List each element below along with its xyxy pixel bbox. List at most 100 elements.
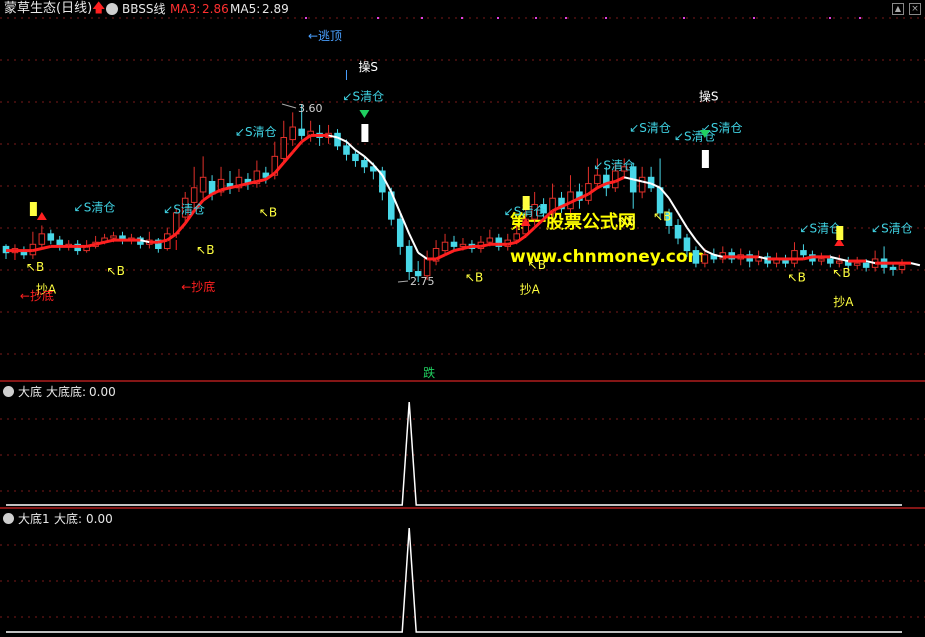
ma-line-segment — [533, 218, 545, 229]
candle-body — [853, 262, 861, 266]
ma-line-segment — [41, 244, 52, 250]
top-tick-mark — [605, 17, 607, 19]
ma-line-segment — [202, 192, 213, 202]
ma-line-segment — [444, 249, 455, 257]
candle-body — [38, 233, 46, 245]
candle-body — [405, 245, 413, 273]
buy-signal-label: ↖B — [465, 270, 483, 284]
candle-body — [898, 264, 906, 270]
candle-body — [827, 258, 834, 264]
ma-line-segment — [480, 242, 491, 248]
sell-signal-label: ↙S清仓 — [235, 125, 277, 139]
signal-annotations: ↙S清仓 ↙S清仓↙S清仓↙S清仓↙S清仓↙S清仓↙S清仓↙S清仓↙S清仓↙S清仓… — [14, 29, 913, 380]
buy-signal-label: ↖B — [788, 270, 806, 284]
operate-signal-label: 操S — [699, 88, 719, 103]
candle-body — [289, 126, 296, 141]
candle-body — [199, 176, 207, 193]
indicator-spikes — [6, 401, 902, 633]
candle-body — [683, 237, 691, 252]
top-tick-mark — [753, 17, 755, 19]
chaodi-signal-label: ←抄底 — [20, 288, 54, 303]
top-tick-mark — [535, 17, 537, 19]
ma-line-segment — [95, 240, 105, 246]
candle-body — [594, 174, 601, 185]
buy-signal-label: ↖B — [832, 266, 850, 280]
top-tick-mark — [421, 17, 423, 19]
buy-signal-label: ↖B — [26, 260, 44, 274]
buy-signal-label: ↖B — [617, 214, 635, 228]
sell-signal-label: ↙S清仓 — [629, 121, 671, 135]
down-arrow-icon — [359, 110, 370, 118]
ma-line-segment — [803, 255, 813, 261]
ma-line-segment — [220, 186, 231, 192]
candle-body — [889, 266, 897, 270]
ma-line-segment — [910, 262, 921, 267]
up-arrow-icon — [36, 212, 47, 220]
candle-body — [791, 250, 798, 264]
candle-body — [459, 243, 467, 247]
ma-line-segment — [417, 251, 428, 260]
candle-body — [441, 241, 449, 252]
candle-body — [334, 132, 341, 147]
candle-body — [47, 233, 55, 241]
bottom-tag-label: 跌 — [423, 365, 435, 380]
marker-block — [29, 202, 37, 216]
ma-line-segment — [104, 238, 114, 244]
ma-line-segment — [157, 238, 168, 244]
top-tick-mark — [859, 17, 861, 19]
sell-signal-label: ↙S清仓 — [342, 89, 384, 103]
candle-body — [836, 260, 843, 264]
buy-signal-label: ↖B — [107, 264, 125, 278]
grid-lines — [0, 17, 925, 618]
price-high-label: 3.60 — [298, 102, 323, 115]
candle-body — [800, 250, 807, 256]
top-tick-mark — [497, 17, 499, 19]
candle-body — [674, 224, 682, 239]
sell-signal-label: ↙S清仓 — [871, 221, 913, 235]
ma-line-segment — [256, 177, 267, 183]
sell-signal-label: ↙S清仓 — [799, 221, 841, 235]
candle-body — [298, 128, 305, 136]
chaoa-signal-label: 抄A — [520, 283, 541, 297]
ma-line-segment — [704, 249, 715, 256]
sell-signal-label: ↙S清仓 — [593, 159, 635, 173]
candle-body — [343, 145, 350, 155]
chaodi-signal-label: ←抄底 — [181, 279, 215, 294]
candle-body — [692, 250, 700, 264]
buy-signal-label: ↖B — [259, 206, 277, 220]
ma-line-segment — [453, 247, 464, 253]
ma-line-segment — [32, 247, 43, 253]
top-tick-mark — [829, 17, 831, 19]
candle-body — [450, 241, 458, 247]
ma-line-segment — [605, 180, 616, 186]
candle-body — [110, 235, 117, 239]
ma-line-segment — [300, 134, 312, 143]
sell-signal-label: ↙S清仓 — [163, 203, 205, 217]
candle-body — [280, 137, 288, 159]
top-tick-mark — [305, 17, 307, 19]
candle-body — [352, 153, 359, 162]
operate-signal-label: 操S — [358, 59, 378, 74]
buy-signal-label: ↖B — [196, 243, 214, 257]
ma-line-segment — [695, 239, 706, 252]
marker-block — [522, 196, 530, 210]
price-low-label: 2.75 — [410, 275, 435, 288]
ma-line-segment — [238, 182, 249, 188]
candle-body — [862, 262, 870, 268]
ma-line-segment — [462, 244, 473, 250]
marker-block — [701, 150, 709, 168]
top-tick-mark — [683, 17, 685, 19]
marker-block — [361, 124, 369, 142]
candle-body — [818, 258, 825, 262]
indicator-line — [6, 527, 902, 633]
candle-body — [190, 187, 198, 203]
top-tick-mark — [377, 17, 379, 19]
candle-body — [486, 237, 494, 243]
escape-top-label: ←逃顶 — [308, 29, 342, 43]
candle-series — [2, 104, 906, 282]
indicator-line — [6, 401, 902, 506]
chart-canvas: ↙S清仓 ↙S清仓↙S清仓↙S清仓↙S清仓↙S清仓↙S清仓↙S清仓↙S清仓↙S清仓… — [0, 17, 925, 633]
price-low-leader — [397, 280, 409, 283]
top-tick-mark — [565, 17, 567, 19]
up-arrow-icon — [520, 218, 531, 226]
